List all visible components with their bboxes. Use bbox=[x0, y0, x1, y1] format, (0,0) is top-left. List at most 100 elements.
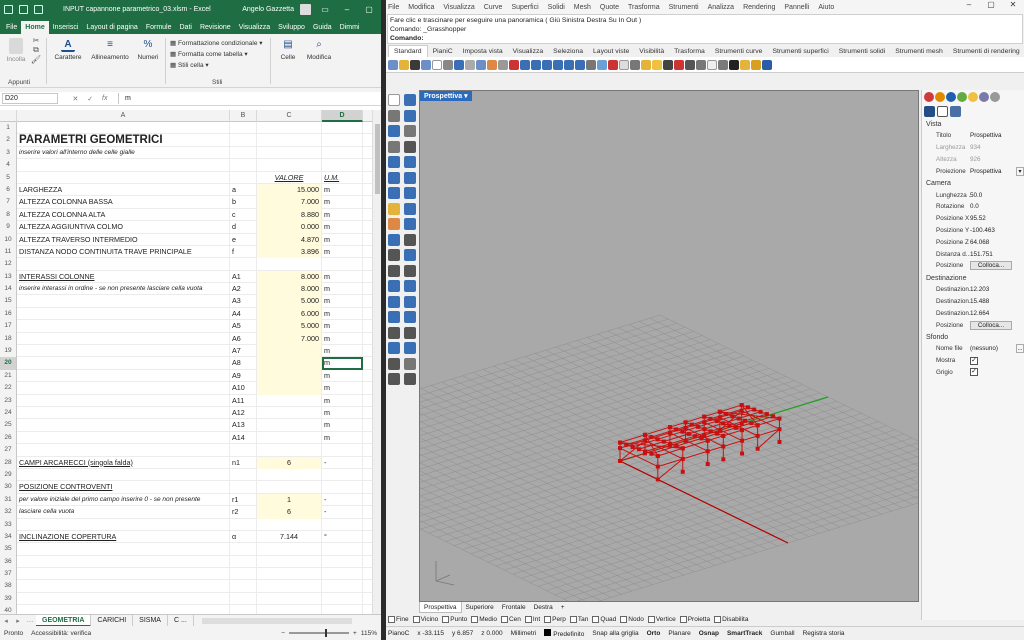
cell-c[interactable]: 6 bbox=[257, 456, 322, 469]
cell-c[interactable] bbox=[257, 122, 322, 135]
cell-a[interactable] bbox=[17, 406, 230, 420]
cell-a[interactable]: POSIZIONE CONTROVENTI bbox=[17, 481, 230, 494]
structure-node[interactable] bbox=[696, 424, 701, 429]
cell-a[interactable] bbox=[17, 431, 230, 445]
structure-node[interactable] bbox=[752, 407, 757, 412]
cell-c[interactable] bbox=[257, 159, 322, 172]
row-header[interactable]: 12 bbox=[0, 258, 17, 271]
toolbar-tab[interactable]: Layout viste bbox=[588, 46, 634, 57]
checkbox[interactable] bbox=[647, 616, 655, 623]
viewport-canvas[interactable] bbox=[420, 91, 919, 602]
toolbar-tool-icon[interactable] bbox=[443, 59, 453, 70]
cell-c[interactable] bbox=[257, 146, 322, 160]
cell-b[interactable]: A8 bbox=[230, 357, 257, 370]
cell-d[interactable] bbox=[322, 481, 363, 494]
tell-me-search[interactable]: Dimmi bbox=[336, 21, 364, 34]
save-icon[interactable] bbox=[19, 4, 28, 14]
sheet-more-icon[interactable]: … bbox=[24, 617, 36, 624]
cell-b[interactable]: b bbox=[230, 196, 257, 209]
cell-b[interactable]: α bbox=[230, 530, 257, 544]
close-icon[interactable]: ✕ bbox=[1002, 0, 1024, 9]
modeling-tool-icon[interactable] bbox=[388, 373, 400, 385]
modeling-tool-icon[interactable] bbox=[388, 326, 400, 339]
toolbar-tab[interactable]: Trasforma bbox=[669, 46, 710, 57]
row-header[interactable]: 13 bbox=[0, 270, 17, 284]
modeling-tool-icon[interactable] bbox=[404, 342, 416, 354]
cell-c[interactable]: 0.000 bbox=[257, 221, 322, 234]
cell-d[interactable] bbox=[322, 258, 363, 271]
cell-a[interactable] bbox=[17, 295, 230, 308]
help-tab-icon[interactable] bbox=[979, 92, 989, 102]
cell-d[interactable] bbox=[322, 568, 363, 581]
osnap-option[interactable]: Vicino bbox=[412, 616, 438, 623]
cell-a[interactable] bbox=[17, 320, 230, 333]
row-header[interactable]: 9 bbox=[0, 221, 17, 234]
cell-a[interactable] bbox=[17, 580, 230, 593]
row-header[interactable]: 4 bbox=[0, 159, 17, 172]
browse-button[interactable]: ... bbox=[1016, 344, 1024, 354]
cell-d[interactable]: m bbox=[322, 382, 363, 395]
cell-c[interactable] bbox=[257, 258, 322, 271]
toolbar-tab[interactable]: Strumenti curve bbox=[710, 46, 768, 57]
modeling-tool-icon[interactable] bbox=[388, 280, 400, 292]
checkbox[interactable] bbox=[714, 616, 722, 623]
cell-c[interactable]: 5.000 bbox=[257, 295, 322, 308]
menu-item[interactable]: Pannelli bbox=[784, 4, 809, 11]
structure-node[interactable] bbox=[736, 416, 741, 421]
enter-icon[interactable]: ✓ bbox=[87, 95, 93, 103]
toolbar-tool-icon[interactable] bbox=[388, 59, 398, 70]
structure-node[interactable] bbox=[636, 447, 641, 452]
structure-node[interactable] bbox=[705, 462, 710, 467]
tab-view[interactable]: Visualizza bbox=[235, 21, 274, 34]
tab-help[interactable]: Guida bbox=[309, 21, 336, 34]
modeling-tool-icon[interactable] bbox=[388, 94, 400, 106]
cell-a[interactable] bbox=[17, 543, 230, 556]
toolbar-tab[interactable]: Standard bbox=[388, 45, 428, 57]
cell-c[interactable]: 7.000 bbox=[257, 196, 322, 209]
cell-a[interactable] bbox=[17, 444, 230, 457]
avatar[interactable] bbox=[300, 3, 311, 15]
cell-d[interactable] bbox=[322, 592, 363, 606]
cell-b[interactable] bbox=[230, 481, 257, 494]
cell-b[interactable]: A7 bbox=[230, 345, 257, 358]
column-header-a[interactable]: A bbox=[17, 110, 230, 122]
modeling-tool-icon[interactable] bbox=[404, 233, 416, 246]
cell-d[interactable]: ° bbox=[322, 530, 363, 544]
structure-node[interactable] bbox=[749, 421, 754, 426]
cell-c[interactable] bbox=[257, 481, 322, 494]
cell-a[interactable]: inserire interassi in ordine - se non pr… bbox=[17, 283, 230, 296]
osnap-option[interactable]: Perp bbox=[544, 616, 566, 623]
row-header[interactable]: 2 bbox=[0, 134, 17, 147]
property-value[interactable]: 12.664 bbox=[970, 310, 1024, 317]
toolbar-tool-icon[interactable] bbox=[652, 59, 662, 70]
checkbox[interactable] bbox=[592, 616, 600, 623]
modeling-tool-icon[interactable] bbox=[404, 311, 416, 323]
modeling-tool-icon[interactable] bbox=[404, 202, 416, 215]
cell-a[interactable] bbox=[17, 555, 230, 569]
toolbar-tab[interactable]: Strumenti superfici bbox=[767, 46, 833, 57]
cell-c[interactable]: 8.000 bbox=[257, 270, 322, 284]
cell-a[interactable] bbox=[17, 382, 230, 395]
checkbox[interactable] bbox=[471, 616, 479, 623]
place-button[interactable]: Colloca... bbox=[970, 320, 1012, 330]
cell-b[interactable] bbox=[230, 580, 257, 593]
status-cplane[interactable]: PianoC bbox=[388, 630, 409, 637]
cell-b[interactable] bbox=[230, 605, 257, 614]
cell-c[interactable]: VALORE bbox=[257, 171, 322, 184]
cell-c[interactable] bbox=[257, 555, 322, 569]
row-header[interactable]: 21 bbox=[0, 369, 17, 383]
render-tab-icon[interactable] bbox=[946, 92, 956, 102]
modeling-tool-icon[interactable] bbox=[388, 140, 400, 153]
cell-b[interactable] bbox=[230, 134, 257, 147]
tab-home[interactable]: Home bbox=[21, 21, 49, 34]
row-header[interactable]: 14 bbox=[0, 283, 17, 296]
cell-b[interactable]: A2 bbox=[230, 283, 257, 296]
cell-c[interactable] bbox=[257, 444, 322, 457]
structure-node[interactable] bbox=[743, 418, 748, 423]
cell-d[interactable]: m bbox=[322, 245, 363, 259]
alignment-group-button[interactable]: ≡ Allineamento bbox=[88, 36, 132, 61]
row-header[interactable]: 37 bbox=[0, 568, 17, 581]
property-value[interactable]: Prospettiva bbox=[970, 132, 1024, 139]
tab-review[interactable]: Revisione bbox=[196, 21, 235, 34]
toolbar-tool-icon[interactable] bbox=[410, 59, 420, 70]
